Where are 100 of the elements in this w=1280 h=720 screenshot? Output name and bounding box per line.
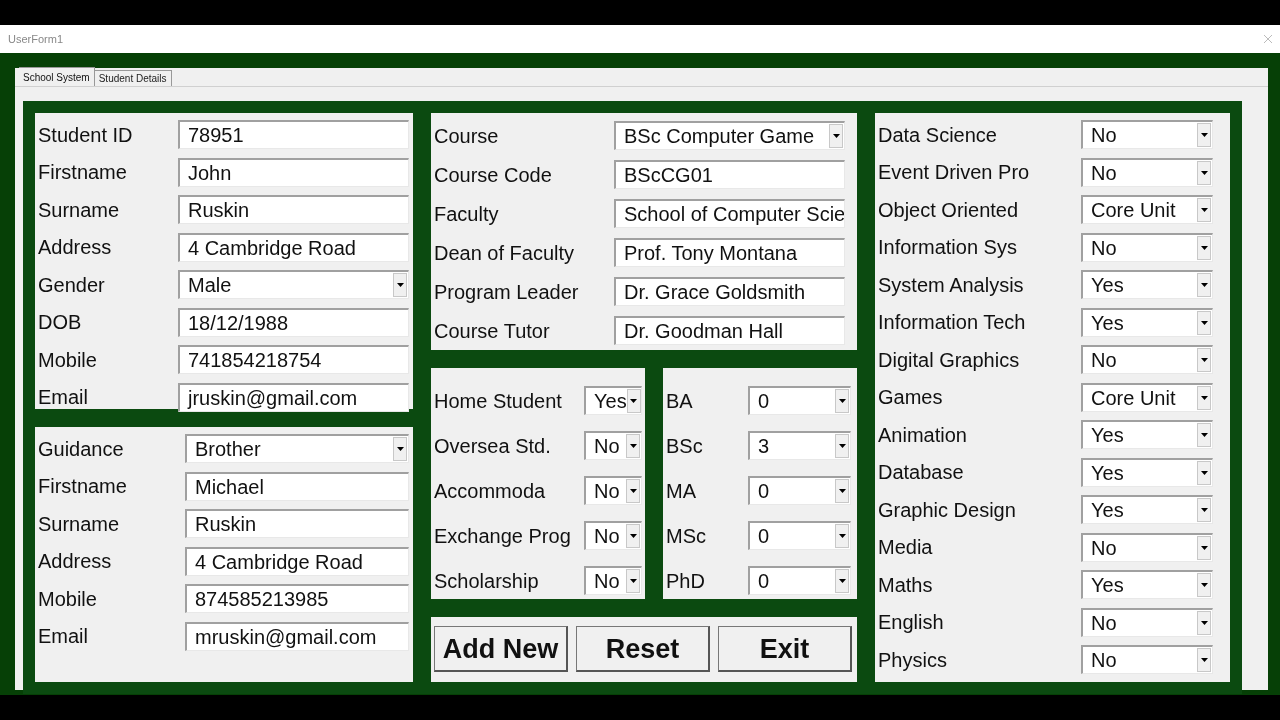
dropdown-field[interactable]: Yes [1081, 420, 1213, 450]
dropdown-field[interactable]: No [584, 476, 642, 505]
dropdown-button[interactable] [835, 569, 849, 593]
dropdown-field[interactable]: Yes [584, 386, 642, 415]
dropdown-button[interactable] [1197, 610, 1211, 635]
dropdown-button[interactable] [1197, 535, 1211, 560]
dropdown-button[interactable] [1197, 385, 1211, 410]
field-label: Faculty [434, 201, 500, 227]
dropdown-caret-icon [1200, 470, 1208, 475]
field-label: Database [878, 460, 965, 486]
dropdown-button[interactable] [393, 437, 407, 462]
dropdown-button[interactable] [1197, 123, 1211, 148]
text-field[interactable]: BScCG01 [614, 160, 845, 189]
dropdown-button[interactable] [626, 524, 640, 548]
dropdown-field[interactable]: 0 [748, 521, 851, 550]
text-field[interactable]: 741854218754 [178, 345, 409, 375]
dropdown-caret-icon [1200, 583, 1208, 588]
dropdown-field[interactable]: Core Unit [1081, 195, 1213, 225]
text-field[interactable]: Prof. Tony Montana [614, 238, 845, 267]
text-field[interactable]: 18/12/1988 [178, 307, 409, 337]
dropdown-field[interactable]: No [1081, 645, 1213, 675]
dropdown-field[interactable]: Brother [185, 434, 409, 464]
dropdown-field[interactable]: No [1081, 607, 1213, 637]
dropdown-button[interactable] [1197, 573, 1211, 598]
dropdown-button[interactable] [1197, 348, 1211, 373]
text-field[interactable]: 78951 [178, 120, 409, 150]
dropdown-field[interactable]: No [1081, 157, 1213, 187]
field-label: Graphic Design [878, 497, 1017, 523]
dropdown-field[interactable]: 0 [748, 386, 851, 415]
text-field[interactable]: John [178, 157, 409, 187]
text-field[interactable]: mruskin@gmail.com [185, 621, 409, 651]
field-label: Course Tutor [434, 318, 551, 344]
field-label: Information Tech [878, 310, 1027, 336]
dropdown-button[interactable] [1197, 160, 1211, 185]
text-field[interactable]: 4 Cambridge Road [178, 232, 409, 262]
dropdown-button[interactable] [835, 434, 849, 458]
field-label: Data Science [878, 122, 998, 148]
field-label: Firstname [38, 160, 128, 186]
dropdown-button[interactable] [1197, 310, 1211, 335]
dropdown-button[interactable] [1197, 235, 1211, 260]
dropdown-caret-icon [396, 447, 404, 452]
dropdown-field[interactable]: Yes [1081, 570, 1213, 600]
dropdown-button[interactable] [1197, 423, 1211, 448]
dropdown-field[interactable]: Yes [1081, 307, 1213, 337]
dropdown-field[interactable]: Yes [1081, 495, 1213, 525]
text-field[interactable]: School of Computer Scie [614, 199, 845, 228]
text-field[interactable]: Ruskin [178, 195, 409, 225]
dropdown-field[interactable]: No [584, 521, 642, 550]
field-label: BA [666, 388, 694, 414]
text-field[interactable]: 4 Cambridge Road [185, 546, 409, 576]
text-field[interactable]: jruskin@gmail.com [178, 382, 409, 412]
field-label: Maths [878, 572, 934, 598]
dropdown-button[interactable] [829, 124, 843, 148]
field-label: Address [38, 549, 113, 575]
dropdown-field[interactable]: BSc Computer Game [614, 121, 845, 150]
dropdown-button[interactable] [1197, 198, 1211, 223]
text-field[interactable]: Dr. Grace Goldsmith [614, 277, 845, 306]
text-field[interactable]: Michael [185, 471, 409, 501]
field-label: Email [38, 624, 89, 650]
dropdown-field[interactable]: Yes [1081, 270, 1213, 300]
field-label: Object Oriented [878, 197, 1020, 223]
dropdown-button[interactable] [1197, 498, 1211, 523]
dropdown-button[interactable] [1197, 648, 1211, 673]
dropdown-field[interactable]: Core Unit [1081, 382, 1213, 412]
dropdown-button[interactable] [1197, 273, 1211, 298]
dropdown-button[interactable] [626, 434, 640, 458]
dropdown-field[interactable]: No [584, 431, 642, 460]
dropdown-field[interactable]: Yes [1081, 457, 1213, 487]
form-button[interactable]: Reset [576, 626, 710, 673]
dropdown-button[interactable] [835, 479, 849, 503]
dropdown-field[interactable]: No [584, 566, 642, 595]
dropdown-field[interactable]: 0 [748, 566, 851, 595]
dropdown-button[interactable] [835, 389, 849, 413]
dropdown-caret-icon [838, 444, 846, 448]
dropdown-field[interactable]: No [1081, 345, 1213, 375]
dropdown-field[interactable]: No [1081, 532, 1213, 562]
field-label: Firstname [38, 474, 128, 500]
dropdown-button[interactable] [393, 273, 407, 298]
field-label: Mobile [38, 586, 98, 612]
form-button[interactable]: Exit [718, 626, 852, 673]
field-label: Gender [38, 272, 106, 298]
field-label: System Analysis [878, 272, 1025, 298]
form-button[interactable]: Add New [434, 626, 568, 673]
dropdown-field[interactable]: Male [178, 270, 409, 300]
dropdown-button[interactable] [626, 389, 641, 413]
text-field[interactable]: 874585213985 [185, 584, 409, 614]
tab[interactable]: Student Details [94, 70, 172, 86]
dropdown-button[interactable] [835, 524, 849, 548]
dropdown-button[interactable] [1197, 460, 1211, 485]
field-label: Program Leader [434, 279, 580, 305]
dropdown-button[interactable] [626, 479, 640, 503]
tab[interactable]: School System [19, 67, 95, 86]
text-field[interactable]: Dr. Goodman Hall [614, 316, 845, 345]
dropdown-field[interactable]: 0 [748, 476, 851, 505]
dropdown-button[interactable] [626, 569, 640, 593]
dropdown-field[interactable]: No [1081, 120, 1213, 150]
dropdown-caret-icon [1200, 245, 1208, 250]
dropdown-field[interactable]: 3 [748, 431, 851, 460]
dropdown-field[interactable]: No [1081, 232, 1213, 262]
text-field[interactable]: Ruskin [185, 509, 409, 539]
